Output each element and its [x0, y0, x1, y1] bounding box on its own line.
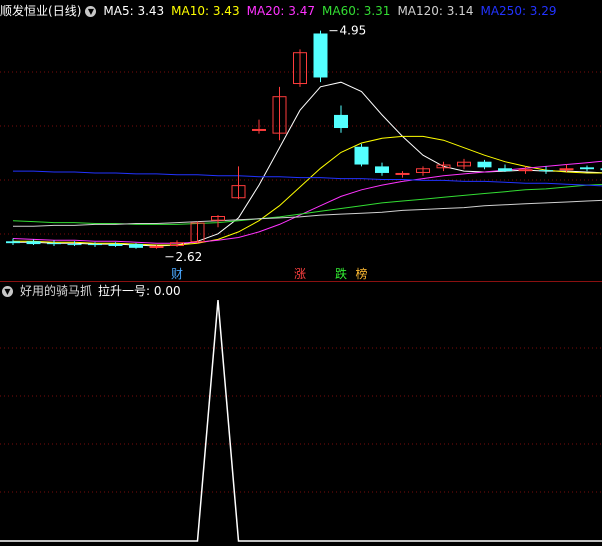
candle-body [88, 244, 102, 246]
event-marker-2[interactable]: 涨 [294, 266, 306, 281]
low-price-label: 2.62 [176, 250, 203, 264]
candle-body [559, 168, 574, 171]
candle-body [47, 243, 61, 245]
candle-body [313, 33, 328, 78]
candle-body [129, 244, 143, 248]
candle-body [395, 172, 410, 175]
chart-period[interactable]: (日线) [48, 4, 81, 18]
ma-legend-item-ma120: MA120: 3.14 [397, 4, 474, 18]
candle-body [67, 244, 82, 246]
indicator-name[interactable]: 好用的骑马抓 [20, 284, 92, 298]
candle-body [498, 168, 512, 172]
candle-body [539, 170, 553, 172]
ma-line-ma250 [13, 170, 602, 187]
event-marker-3[interactable]: 跌 [335, 266, 347, 281]
indicator-value: 拉升一号: 0.00 [98, 284, 181, 298]
stock-name[interactable]: 顺发恒业 [0, 4, 48, 18]
indicator-header: ▼ 好用的骑马抓 拉升一号: 0.00 [0, 282, 188, 300]
candlestick-chart[interactable]: 4.95 2.62 财 涨 跌榜 [0, 20, 602, 282]
ma-legend: MA5: 3.43 MA10: 3.43 MA20: 3.47 MA60: 3.31 M… [103, 4, 563, 18]
indicator-line [0, 300, 602, 542]
candle-body [6, 241, 20, 244]
collapse-chevron-icon[interactable]: ▼ [85, 6, 97, 17]
ma-legend-item-ma60: MA60: 3.31 [322, 4, 391, 18]
indicator-chart[interactable] [0, 300, 602, 544]
candle-body [252, 128, 266, 131]
candle-body [354, 146, 369, 165]
candle-body [149, 245, 164, 248]
high-price-label: 4.95 [340, 24, 367, 38]
collapse-chevron-icon[interactable]: ▼ [2, 286, 13, 297]
event-marker-4[interactable]: 榜 [355, 266, 367, 281]
ma-legend-item-ma250: MA250: 3.29 [480, 4, 557, 18]
candle-body [477, 161, 492, 168]
candle-body [26, 241, 41, 245]
main-chart-header: 顺发恒业(日线) ▼ MA5: 3.43 MA10: 3.43 MA20: 3.47 MA… [0, 2, 571, 20]
ma-legend-item-ma20: MA20: 3.47 [246, 4, 316, 18]
ma-legend-item-ma10: MA10: 3.43 [171, 4, 240, 18]
event-marker-1[interactable]: 财 [171, 267, 183, 281]
candle-body [580, 167, 594, 170]
candle-body [108, 244, 123, 246]
candle-body [334, 114, 348, 129]
ma-legend-item-ma5: MA5: 3.43 [103, 4, 165, 18]
candle-body [375, 166, 389, 173]
candle-body [518, 169, 533, 172]
